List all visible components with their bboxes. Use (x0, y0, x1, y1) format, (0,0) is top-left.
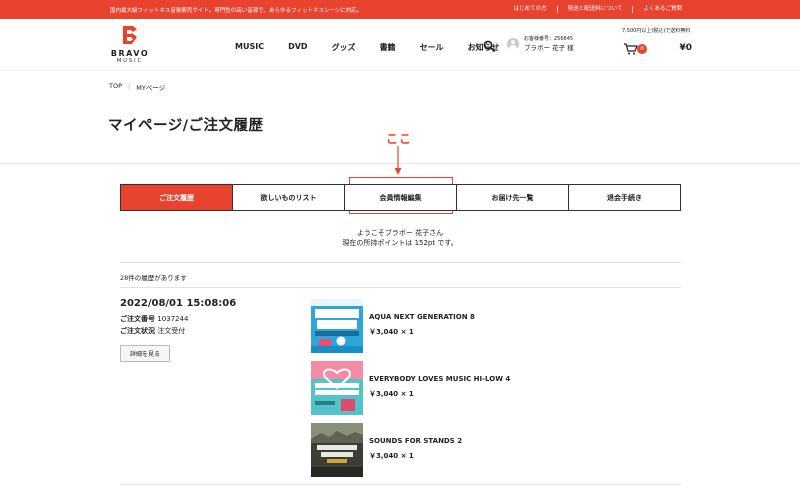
item-name[interactable]: AQUA NEXT GENERATION 8 (369, 313, 475, 321)
tab-member-info-edit[interactable]: 会員情報編集 (344, 185, 456, 210)
aqua-next-cover[interactable] (311, 299, 363, 353)
history-count: 28件の履歴があります (120, 274, 187, 282)
order-number: 1037244 (157, 315, 189, 323)
nav-sale[interactable]: セール (420, 42, 444, 53)
annotation-label: ここ (386, 132, 413, 146)
mypage-tabs: ご注文履歴 欲しいものリスト 会員情報編集 お届け先一覧 退会手続き (120, 184, 681, 211)
cart-count-badge: 0 (637, 44, 647, 54)
cart-total: ¥0 (679, 43, 692, 53)
site-header: BRAVO MUSIC MUSIC DVD グッズ 書籍 セール お知らせ お客… (0, 19, 800, 71)
customer-number: お客様番号：256845 (524, 36, 574, 42)
view-details-button[interactable]: 詳細を見る (120, 345, 170, 362)
order-number-label: ご注文番号 (120, 315, 155, 323)
breadcrumb-mypage: MYページ (136, 84, 166, 92)
item-price: ￥3,040 × 1 (369, 328, 414, 336)
everybody-loves-cover[interactable] (311, 361, 363, 415)
points-balance: 現在の所持ポイントは 152pt です。 (342, 239, 458, 247)
item-price: ￥3,040 × 1 (369, 452, 414, 460)
logo-brand-text: BRAVO (110, 49, 150, 58)
top-notice-bar: 国内最大級フィットネス音楽販売サイト。専門性の高い音源で、あらゆるフィットネスシ… (0, 0, 800, 19)
annotation-arrow-icon (394, 146, 402, 175)
order-status-label: ご注文状況 (120, 327, 155, 335)
tab-order-history[interactable]: ご注文履歴 (121, 185, 232, 210)
order-info: ご注文番号 1037244 ご注文状況 注文受付 (120, 313, 188, 337)
breadcrumb: TOP / MYページ (109, 82, 165, 92)
search-icon[interactable] (483, 40, 495, 52)
site-notice: 国内最大級フィットネス音楽販売サイト。専門性の高い音源で、あらゆるフィットネスシ… (110, 8, 363, 14)
order-item: EVERYBODY LOVES MUSIC HI-LOW 4 ￥3,040 × … (311, 361, 681, 415)
tab-wishlist[interactable]: 欲しいものリスト (232, 185, 344, 210)
tab-withdrawal[interactable]: 退会手続き (568, 185, 680, 210)
link-faq[interactable]: よくあるご質問 (632, 6, 692, 13)
bravo-logo-icon (123, 26, 137, 44)
order-item: AQUA NEXT GENERATION 8 ￥3,040 × 1 (311, 299, 681, 353)
free-shipping-note: 7,500円以上(税込)で送料無料 (622, 28, 691, 34)
item-price: ￥3,040 × 1 (369, 390, 414, 398)
link-first-time[interactable]: はじめての方 (504, 6, 557, 13)
welcome-message: ようこそブラボー 花子さん 現在の所持ポイントは 152pt です。 (0, 228, 800, 248)
user-account[interactable]: お客様番号：256845 ブラボー 花子 様 (507, 35, 574, 53)
item-name[interactable]: SOUNDS FOR STANDS 2 (369, 437, 462, 445)
divider (120, 262, 681, 263)
welcome-greeting: ようこそブラボー 花子さん (356, 229, 444, 237)
order-item: SOUNDS FOR STANDS 2 ￥3,040 × 1 (311, 423, 681, 477)
page-title: マイページ/ご注文履歴 (108, 118, 264, 134)
order-status: 注文受付 (157, 327, 186, 335)
avatar-icon (507, 38, 519, 50)
tab-delivery-addresses[interactable]: お届け先一覧 (456, 185, 568, 210)
nav-music[interactable]: MUSIC (235, 42, 264, 53)
utility-links: はじめての方 発送と配送料について よくあるご質問 (504, 6, 692, 13)
link-shipping[interactable]: 発送と配送料について (556, 6, 633, 13)
nav-goods[interactable]: グッズ (332, 42, 356, 53)
logo-sub-text: MUSIC (116, 58, 144, 64)
sounds-for-stands-cover[interactable] (311, 423, 363, 477)
nav-dvd[interactable]: DVD (288, 42, 307, 53)
order-date: 2022/08/01 15:08:06 (120, 298, 237, 309)
divider (120, 484, 681, 485)
breadcrumb-top[interactable]: TOP (109, 82, 122, 92)
bravo-music-logo[interactable]: BRAVO MUSIC (110, 25, 150, 67)
user-name: ブラボー 花子 様 (524, 44, 574, 52)
nav-books[interactable]: 書籍 (380, 42, 396, 53)
item-name[interactable]: EVERYBODY LOVES MUSIC HI-LOW 4 (369, 375, 510, 383)
global-nav: MUSIC DVD グッズ 書籍 セール お知らせ (235, 42, 499, 53)
breadcrumb-separator: / (128, 82, 131, 90)
divider (120, 287, 681, 288)
